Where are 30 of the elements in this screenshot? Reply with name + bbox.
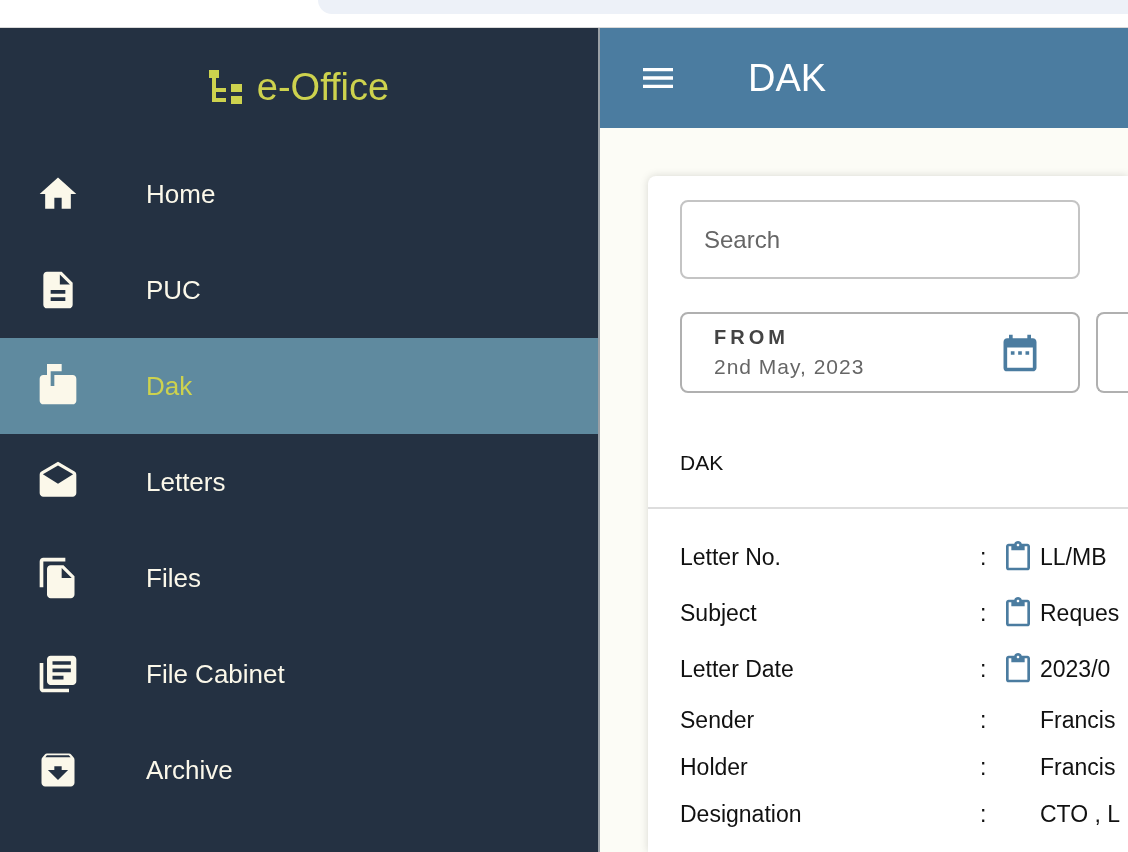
section-title: DAK: [680, 451, 725, 476]
sidebar-item[interactable]: Files: [0, 530, 598, 626]
search-field[interactable]: Search: [680, 200, 1080, 279]
sidebar-item[interactable]: Letters: [0, 434, 598, 530]
sidebar-item[interactable]: PUC: [0, 242, 598, 338]
colon: :: [980, 754, 988, 781]
logo-icon: [208, 70, 243, 104]
field-value: Reques: [1040, 599, 1120, 627]
field-label: Holder: [680, 754, 749, 781]
field-value: LL/MB: [1040, 543, 1107, 571]
field-label: Sender: [680, 707, 756, 734]
field-label: Subject: [680, 599, 758, 627]
app-title: e-Office: [256, 65, 390, 109]
field-value: Francis: [1040, 754, 1116, 781]
sidebar-item[interactable]: Archive: [0, 722, 598, 818]
field-label: Letter Date: [680, 655, 795, 683]
page-title: DAK: [748, 56, 827, 100]
colon: :: [980, 801, 988, 828]
sidebar-item[interactable]: Home: [0, 146, 598, 242]
colon: :: [980, 655, 988, 683]
colon: :: [980, 599, 988, 627]
sidebar-item[interactable]: File Cabinet: [0, 626, 598, 722]
date-field[interactable]: FROM 2nd May, 2023: [680, 312, 1080, 393]
colon: :: [980, 543, 988, 571]
field-label: Designation: [680, 801, 803, 828]
field-value: Francis: [1040, 707, 1116, 734]
field-value: 2023/0: [1040, 655, 1111, 683]
field-label: Letter No.: [680, 543, 782, 571]
field-value: CTO , L: [1040, 801, 1121, 828]
colon: :: [980, 707, 988, 734]
